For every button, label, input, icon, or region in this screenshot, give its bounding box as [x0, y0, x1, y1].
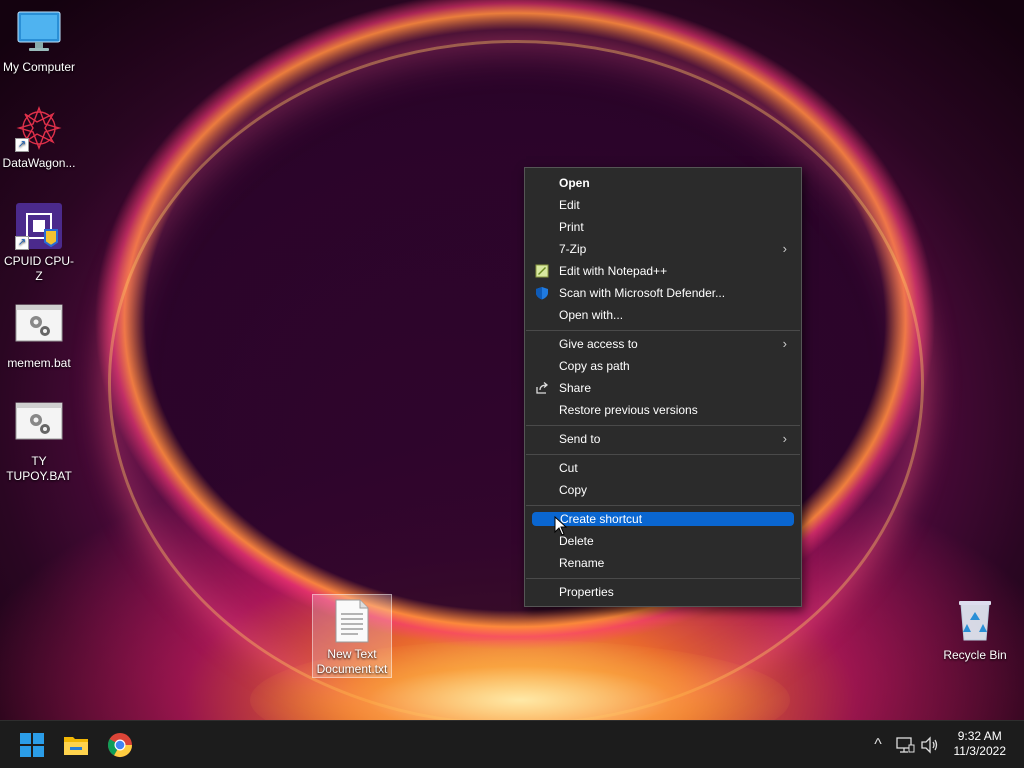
menu-item-label: Print: [559, 220, 584, 234]
taskbar: ^ 9:32 AM 11/3/2022: [0, 720, 1024, 768]
shortcut-arrow-icon: ↗: [15, 138, 29, 152]
start-button[interactable]: [16, 729, 48, 761]
clock-time: 9:32 AM: [957, 729, 1002, 743]
desktop-icon-cpuz[interactable]: ↗ CPUID CPU-Z: [1, 202, 77, 284]
notepadpp-icon: [535, 264, 549, 278]
menu-item-copy[interactable]: Copy: [531, 480, 793, 500]
menu-item-open-with[interactable]: Open with...: [531, 305, 793, 325]
menu-item-label: Edit with Notepad++: [559, 264, 668, 278]
desktop-icon-label: My Computer: [2, 60, 76, 74]
menu-item-rename[interactable]: Rename: [531, 553, 793, 573]
chevron-right-icon: ›: [782, 431, 787, 446]
menu-item-label: Create shortcut: [560, 512, 643, 526]
file-label-line2: Document.txt: [316, 662, 388, 676]
menu-item-label: Give access to: [559, 337, 638, 351]
chrome-icon: [107, 733, 132, 758]
defender-shield-icon: [535, 286, 549, 300]
menu-item-label: Cut: [559, 461, 578, 475]
menu-separator: [526, 505, 800, 506]
menu-item-label: 7-Zip: [559, 242, 587, 256]
menu-item-label: Send to: [559, 432, 601, 446]
menu-item-copy-as-path[interactable]: Copy as path: [531, 356, 793, 376]
file-label-line1: New Text: [327, 647, 377, 661]
desktop-icon-label: Recycle Bin: [943, 648, 1007, 662]
show-hidden-icons-chevron[interactable]: ^: [868, 735, 888, 755]
menu-item-label: Properties: [559, 585, 614, 599]
datawagon-icon: ↗: [15, 104, 63, 152]
desktop-icon-label: CPUID CPU-Z: [3, 254, 74, 283]
desktop-icon-label: memem.bat: [7, 356, 71, 370]
desktop-icon-label-line1: TY: [31, 454, 47, 468]
cpuz-icon: ↗: [15, 202, 63, 250]
share-icon: [535, 381, 549, 395]
menu-item-delete[interactable]: Delete: [531, 531, 793, 551]
menu-item-edit[interactable]: Edit: [531, 195, 793, 215]
menu-item-label: Open: [559, 176, 590, 190]
shortcut-arrow-icon: ↗: [15, 236, 29, 250]
desktop-icon-my-computer[interactable]: My Computer: [1, 8, 77, 75]
chevron-right-icon: ›: [782, 336, 787, 351]
file-explorer-button[interactable]: [60, 729, 92, 761]
chrome-button[interactable]: [104, 729, 136, 761]
menu-item-label: Edit: [559, 198, 580, 212]
menu-item-print[interactable]: Print: [531, 217, 793, 237]
menu-item-label: Copy as path: [559, 359, 630, 373]
desktop-wallpaper[interactable]: My Computer ↗ DataWagon... ↗ CPUID CPU-Z…: [0, 0, 1024, 720]
desktop-icon-label-line2: TUPOY.BAT: [6, 469, 72, 483]
desktop-icon-new-text-document[interactable]: New Text Document.txt: [312, 594, 392, 678]
volume-icon[interactable]: [920, 735, 940, 755]
menu-item-label: Restore previous versions: [559, 403, 698, 417]
menu-separator: [526, 330, 800, 331]
menu-item-label: Share: [559, 381, 592, 395]
text-document-icon: [334, 599, 370, 643]
clock-date: 11/3/2022: [953, 744, 1007, 758]
desktop-icon-label: DataWagon...: [2, 156, 76, 170]
menu-item-label: Copy: [559, 483, 588, 497]
batch-file-icon: [15, 304, 63, 352]
batch-file-icon: [15, 402, 63, 450]
menu-item-send-to[interactable]: Send to ›: [531, 429, 793, 449]
network-icon[interactable]: [895, 735, 915, 755]
menu-item-label: Scan with Microsoft Defender...: [559, 286, 726, 300]
desktop-icon-datawagon[interactable]: ↗ DataWagon...: [1, 104, 77, 171]
chevron-right-icon: ›: [782, 241, 787, 256]
menu-item-7zip[interactable]: 7-Zip ›: [531, 239, 793, 259]
menu-item-label: Rename: [559, 556, 605, 570]
menu-item-give-access-to[interactable]: Give access to ›: [531, 334, 793, 354]
folder-icon: [64, 737, 88, 755]
menu-item-edit-with-notepadpp[interactable]: Edit with Notepad++: [531, 261, 793, 281]
menu-item-open[interactable]: Open: [531, 173, 793, 193]
monitor-icon: [15, 8, 63, 56]
menu-item-label: Open with...: [559, 308, 624, 322]
menu-item-share[interactable]: Share: [531, 378, 793, 398]
desktop-icon-ty-tupoy-bat[interactable]: TY TUPOY.BAT: [1, 402, 77, 484]
recycle-bin-icon: [951, 596, 999, 644]
menu-item-cut[interactable]: Cut: [531, 458, 793, 478]
menu-item-create-shortcut[interactable]: Create shortcut: [532, 512, 794, 526]
menu-item-properties[interactable]: Properties: [531, 582, 793, 602]
menu-item-scan-defender[interactable]: Scan with Microsoft Defender...: [531, 283, 793, 303]
menu-item-restore-previous-versions[interactable]: Restore previous versions: [531, 400, 793, 420]
context-menu: Open Edit Print 7-Zip › Edit with Notepa…: [524, 167, 802, 607]
menu-separator: [526, 425, 800, 426]
desktop-icon-memem-bat[interactable]: memem.bat: [1, 304, 77, 371]
desktop-icon-recycle-bin[interactable]: Recycle Bin: [937, 596, 1013, 663]
menu-separator: [526, 454, 800, 455]
system-clock[interactable]: 9:32 AM 11/3/2022: [954, 729, 1007, 759]
windows-start-icon: [20, 733, 44, 757]
menu-separator: [526, 578, 800, 579]
